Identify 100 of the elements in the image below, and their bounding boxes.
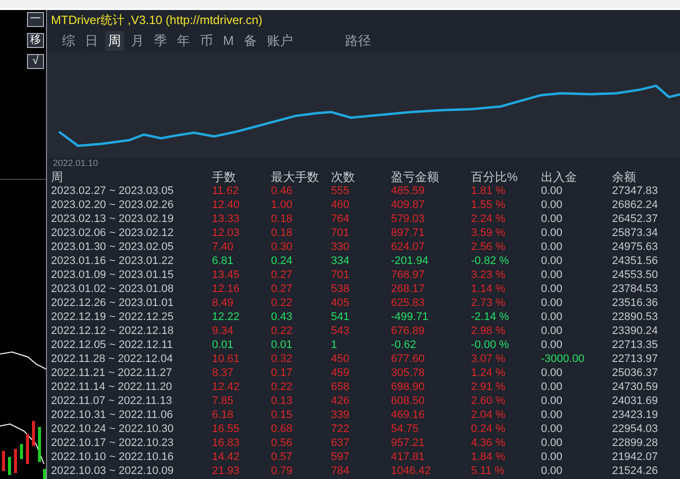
table-cell-text: 0.13 xyxy=(271,394,294,408)
table-cell-text: 0.00 xyxy=(541,212,564,226)
table-cell-text: 0.27 xyxy=(271,282,294,296)
table-cell-text: 0.22 xyxy=(271,324,294,338)
table-cell-text: 0.79 xyxy=(271,464,294,478)
period-tab[interactable]: 币 xyxy=(197,31,216,51)
table-cell-text: 24553.50 xyxy=(612,268,659,282)
table-cell-text: 701 xyxy=(331,226,350,240)
candle xyxy=(20,444,23,459)
table-cell-text: 0.01 xyxy=(271,338,294,352)
table-cell-text: 2.04 % xyxy=(471,408,506,422)
table-cell-text: 16.83 xyxy=(212,436,241,450)
table-cell-text: 0.22 xyxy=(271,296,294,310)
side-button[interactable]: 移 xyxy=(27,33,44,48)
table-cell-text: 625.83 xyxy=(391,296,426,310)
table-cell-text: 0.00 xyxy=(541,226,564,240)
window-title: MTDriver统计 ,V3.10 (http://mtdriver.cn) xyxy=(50,12,264,29)
candle xyxy=(8,457,11,475)
week-cell-text: 2022.10.31 ~ 2022.11.06 xyxy=(51,408,174,422)
week-cell-text: 2023.02.13 ~ 2023.02.19 xyxy=(51,212,175,226)
table-cell-text: 543 xyxy=(331,324,350,338)
table-cell-text: -3000.00 xyxy=(541,352,586,366)
table-cell-text: 21.93 xyxy=(212,464,241,478)
side-button[interactable]: √ xyxy=(27,54,44,69)
table-cell-text: 2.60 % xyxy=(471,394,506,408)
table-cell-text: 0.00 xyxy=(541,184,564,198)
table-cell-text: 0.17 xyxy=(271,366,294,380)
table-cell-text: 330 xyxy=(331,240,350,254)
period-tab[interactable]: 季 xyxy=(151,31,170,51)
table-cell-text: 3.07 % xyxy=(471,352,506,366)
table-cell-text: 12.16 xyxy=(212,282,241,296)
table-cell-text: 0.00 xyxy=(541,240,564,254)
column-header: 余额 xyxy=(612,170,637,184)
week-cell-text: 2023.01.30 ~ 2023.02.05 xyxy=(51,240,175,254)
table-cell-text: 2.91 % xyxy=(471,380,506,394)
period-tab[interactable]: 账户 xyxy=(264,31,296,51)
table-cell-text: 25036.37 xyxy=(612,366,659,380)
table-cell-text: 0.00 xyxy=(541,436,564,450)
week-cell-text: 2022.11.14 ~ 2022.11.20 xyxy=(51,380,174,394)
table-cell-text: 23784.53 xyxy=(612,282,659,296)
week-cell-text: 2022.11.07 ~ 2022.11.13 xyxy=(51,394,174,408)
table-cell-text: 13.45 xyxy=(212,268,241,282)
table-cell-text: 0.00 xyxy=(541,268,564,282)
table-cell-text: 0.24 xyxy=(271,254,294,268)
table-cell-text: 658 xyxy=(331,380,350,394)
table-cell-text: -0.00 % xyxy=(471,338,510,352)
table-cell-text: 0.01 xyxy=(212,338,234,352)
table-cell-text: 957.21 xyxy=(391,436,426,450)
table-cell-text: 1.14 % xyxy=(471,282,506,296)
table-cell-text: 0.00 xyxy=(541,254,564,268)
table-cell-text: 485.59 xyxy=(391,184,426,198)
week-cell-text: 2022.10.03 ~ 2022.10.09 xyxy=(51,464,175,478)
period-tab[interactable]: 日 xyxy=(82,31,101,51)
table-cell-text: -0.62 xyxy=(391,338,418,352)
table-cell-text: 460 xyxy=(331,198,350,212)
indicator-line xyxy=(0,351,46,370)
table-cell-text: 450 xyxy=(331,352,350,366)
table-cell-text: 0.30 xyxy=(271,240,294,254)
table-cell-text: 26862.24 xyxy=(612,198,659,212)
table-cell-text: 0.18 xyxy=(271,212,294,226)
table-cell-text: 334 xyxy=(331,254,350,268)
table-cell-text: 4.36 % xyxy=(471,436,506,450)
week-cell-text: 2023.02.06 ~ 2023.02.12 xyxy=(51,226,175,240)
table-cell-text: 2.98 % xyxy=(471,324,506,338)
period-tab[interactable]: 综 xyxy=(59,31,78,51)
table-cell-text: 784 xyxy=(331,464,350,478)
table-cell-text: 0.43 xyxy=(271,310,294,324)
period-tab[interactable]: 年 xyxy=(174,31,193,51)
candle xyxy=(26,434,29,464)
table-cell-text: 0.00 xyxy=(541,198,564,212)
table-cell-text: 0.00 xyxy=(541,450,564,464)
week-cell-text: 2022.11.28 ~ 2022.12.04 xyxy=(51,352,174,366)
candle xyxy=(38,427,41,462)
period-tab[interactable]: 月 xyxy=(128,31,147,51)
table-cell-text: 698.90 xyxy=(391,380,426,394)
table-cell-text: 608.50 xyxy=(391,394,426,408)
table-cell-text: -499.71 xyxy=(391,310,430,324)
period-tab[interactable]: 备 xyxy=(240,31,260,51)
table-cell-text: 0.27 xyxy=(271,268,294,282)
table-cell-text: 24351.56 xyxy=(612,254,659,268)
side-button[interactable]: 一 xyxy=(27,12,44,27)
table-cell-text: 426 xyxy=(331,394,350,408)
week-cell-text: 2022.12.19 ~ 2022.12.25 xyxy=(51,310,175,324)
week-cell-text: 2022.12.12 ~ 2022.12.18 xyxy=(51,324,175,338)
table-cell-text: 16.55 xyxy=(212,422,241,436)
period-tab[interactable]: 周 xyxy=(105,31,124,51)
table-cell-text: 2.73 % xyxy=(471,296,506,310)
path-tab[interactable]: 路径 xyxy=(342,31,374,51)
table-cell-text: 417.81 xyxy=(391,450,426,464)
table-cell-text: 0.00 xyxy=(541,366,564,380)
table-cell-text: 555 xyxy=(331,184,350,198)
period-tab[interactable]: M xyxy=(220,31,237,51)
candle xyxy=(32,421,35,446)
table-cell-text: 1.00 xyxy=(271,198,294,212)
table-cell-text: 0.00 xyxy=(541,394,564,408)
week-cell-text: 2022.10.10 ~ 2022.10.16 xyxy=(51,450,175,464)
week-cell-text: 2023.01.02 ~ 2023.01.08 xyxy=(51,282,175,296)
table-cell-text: 11.62 xyxy=(212,184,240,198)
table-cell-text: 23516.36 xyxy=(612,296,659,310)
week-cell-text: 2023.01.09 ~ 2023.01.15 xyxy=(51,268,175,282)
